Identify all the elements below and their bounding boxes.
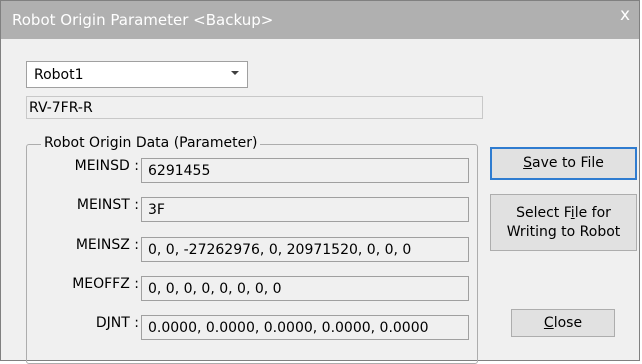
save-accelerator: S xyxy=(523,155,533,171)
meinsz-field[interactable]: 0, 0, -27262976, 0, 20971520, 0, 0, 0 xyxy=(141,237,469,262)
close-label: lose xyxy=(553,315,583,331)
select-file-label-start: Select F xyxy=(516,205,571,221)
select-file-line2: Writing to Robot xyxy=(506,224,621,240)
meinsz-label: MEINSZ : xyxy=(75,237,139,253)
robot-model-field: RV-7FR-R xyxy=(26,96,483,119)
robot-select-dropdown[interactable]: Robot1 xyxy=(26,61,248,88)
group-legend: Robot Origin Data (Parameter) xyxy=(41,135,261,151)
title-bar[interactable]: Robot Origin Parameter <Backup> x xyxy=(1,1,639,39)
robot-select-value: Robot1 xyxy=(34,67,84,83)
dialog-body: Robot1 RV-7FR-R Robot Origin Data (Param… xyxy=(1,39,639,364)
meinsd-field[interactable]: 6291455 xyxy=(141,158,469,183)
meinsd-label: MEINSD : xyxy=(74,158,139,174)
save-to-file-button[interactable]: Save to File xyxy=(490,147,637,180)
origin-data-group: Robot Origin Data (Parameter) MEINSD : 6… xyxy=(26,135,478,364)
select-file-label-end: le for xyxy=(574,205,611,221)
close-button[interactable]: Close xyxy=(511,309,615,337)
dialog-window: Robot Origin Parameter <Backup> x Robot1… xyxy=(0,0,640,364)
meinst-label: MEINST : xyxy=(76,197,139,213)
select-file-line1: Select File for xyxy=(491,204,636,223)
djnt-label: DJNT : xyxy=(95,315,139,331)
close-accelerator: C xyxy=(543,315,554,331)
robot-model-value: RV-7FR-R xyxy=(29,100,93,116)
meoffz-label: MEOFFZ : xyxy=(72,276,139,292)
chevron-down-icon[interactable] xyxy=(231,71,239,75)
select-file-button[interactable]: Select File for Writing to Robot xyxy=(490,194,637,251)
djnt-field[interactable]: 0.0000, 0.0000, 0.0000, 0.0000, 0.0000 xyxy=(141,315,469,340)
meoffz-field[interactable]: 0, 0, 0, 0, 0, 0, 0, 0 xyxy=(141,276,469,301)
window-title: Robot Origin Parameter <Backup> xyxy=(12,11,274,29)
close-icon[interactable]: x xyxy=(614,5,636,27)
save-label: ave to File xyxy=(532,155,604,171)
meinst-field[interactable]: 3F xyxy=(141,197,469,222)
